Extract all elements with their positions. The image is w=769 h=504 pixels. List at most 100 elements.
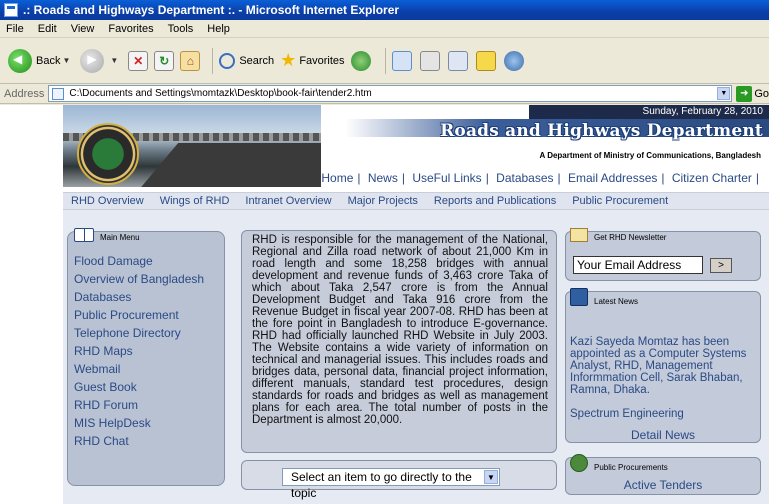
address-url: C:\Documents and Settings\momtazk\Deskto… [69,88,372,99]
favorites-star-icon: ★ [280,50,297,70]
menu-item-flood-damage[interactable]: Flood Damage [74,252,204,270]
top-navigation: Home | News | UseFul Links | Databases | Ema… [321,171,759,185]
back-label: Back [36,54,61,67]
envelope-icon [570,228,588,242]
search-label: Search [239,54,275,67]
menu-edit[interactable]: Edit [38,23,57,35]
mail-icon[interactable] [391,50,412,71]
menu-help[interactable]: Help [207,23,230,35]
back-arrow-icon [8,48,32,73]
main-menu-panel: Main Menu Flood Damage Overview of Bangl… [67,228,225,486]
edit-icon[interactable] [447,50,468,71]
news-item-2[interactable]: Spectrum Engineering [570,408,756,420]
refresh-icon[interactable]: ↻ [154,50,175,71]
nav-email-addresses[interactable]: Email Addresses [568,171,657,185]
forward-arrow-icon [80,48,105,73]
detail-news-link[interactable]: Detail News [566,428,760,442]
address-dropdown-icon[interactable]: ▼ [717,87,731,100]
news-item-1[interactable]: Kazi Sayeda Momtaz has been appointed as… [570,336,756,396]
back-button[interactable]: Back ▼ [8,48,74,73]
toolbar: Back ▼ ▼ ✕ ↻ ⌂ Search ★ Favorites [0,38,769,84]
forward-button[interactable]: ▼ [80,48,122,73]
go-arrow-icon: ➜ [736,85,753,102]
secnav-public-procurement[interactable]: Public Procurement [572,195,668,207]
book-icon [74,228,94,242]
menu-view[interactable]: View [71,23,95,35]
site-title: Roads and Highways Department [440,121,763,141]
favorites-button[interactable]: ★ Favorites [280,50,344,71]
active-tenders-link[interactable]: Active Tenders [566,478,760,492]
site-subtitle: A Department of Ministry of Communicatio… [539,151,761,160]
procurement-panel: Public Procurements Active Tenders [565,454,761,495]
newsletter-submit-button[interactable]: > [710,258,732,273]
menu-item-rhd-chat[interactable]: RHD Chat [74,432,204,450]
nav-news[interactable]: News [368,171,398,185]
back-dropdown-icon[interactable]: ▼ [62,56,70,65]
rhd-seal-logo [77,123,139,185]
print-icon[interactable] [419,50,440,71]
stop-icon[interactable]: ✕ [128,50,149,71]
banner-bridge-photo [63,105,321,187]
main-menu-header: Main Menu [74,228,140,242]
chevron-down-icon[interactable]: ▼ [484,470,498,484]
latest-news-panel: Latest News Kazi Sayeda Momtaz has been … [565,288,761,443]
topic-select[interactable]: Select an item to go directly to the top… [282,468,500,500]
nav-citizen-charter[interactable]: Citizen Charter [672,171,752,185]
secondary-navigation: RHD Overview Wings of RHD Intranet Overv… [63,192,769,210]
news-items: Kazi Sayeda Momtaz has been appointed as… [570,336,756,420]
money-bag-icon [570,454,588,472]
procurement-header: Public Procurements [570,454,668,472]
toolbar-separator [212,47,214,74]
go-button[interactable]: ➜ Go [736,85,769,102]
menu-item-overview-bangladesh[interactable]: Overview of Bangladesh [74,270,204,288]
search-button[interactable]: Search [219,52,275,69]
news-scroller: Kazi Sayeda Momtaz has been appointed as… [566,292,760,422]
address-input[interactable]: C:\Documents and Settings\momtazk\Deskto… [48,85,733,102]
home-icon[interactable]: ⌂ [180,50,201,71]
menu-tools[interactable]: Tools [168,23,194,35]
secnav-rhd-overview[interactable]: RHD Overview [71,195,144,207]
toolbar-separator-2 [384,47,386,74]
topic-select-value: Select an item to go directly to the top… [291,470,472,500]
menu-item-mis-helpdesk[interactable]: MIS HelpDesk [74,414,204,432]
banner-date: Sunday, February 28, 2010 [529,105,769,119]
secnav-intranet-overview[interactable]: Intranet Overview [245,195,331,207]
menu-item-guest-book[interactable]: Guest Book [74,378,204,396]
nav-home[interactable]: Home [321,171,353,185]
discuss-icon[interactable] [475,50,496,71]
newsletter-email-input[interactable]: Your Email Address [573,256,703,274]
web-page: Sunday, February 28, 2010 Roads and High… [63,105,769,504]
main-menu-title: Main Menu [100,233,140,242]
address-bar: Address C:\Documents and Settings\momtaz… [0,84,769,104]
menu-item-rhd-forum[interactable]: RHD Forum [74,396,204,414]
menu-favorites[interactable]: Favorites [108,23,153,35]
page-icon [52,88,65,100]
secnav-wings-of-rhd[interactable]: Wings of RHD [160,195,230,207]
favorites-label: Favorites [299,54,345,67]
menu-file[interactable]: File [6,23,24,35]
topic-select-panel: Select an item to go directly to the top… [241,460,557,500]
ie-page-icon [4,3,18,17]
messenger-icon[interactable] [503,50,524,71]
menu-item-rhd-maps[interactable]: RHD Maps [74,342,204,360]
nav-databases[interactable]: Databases [496,171,553,185]
site-banner: Sunday, February 28, 2010 Roads and High… [63,105,769,192]
history-icon[interactable] [350,50,371,71]
nav-useful-links[interactable]: UseFul Links [412,171,481,185]
menu-item-public-procurement[interactable]: Public Procurement [74,306,204,324]
window-title-bar[interactable]: .: Roads and Highways Department :. - Mi… [0,0,769,20]
menu-item-webmail[interactable]: Webmail [74,360,204,378]
main-menu-list: Flood Damage Overview of Bangladesh Data… [74,252,204,450]
newsletter-panel: Get RHD Newsletter Your Email Address > [565,228,761,281]
intro-paragraph: RHD is responsible for the management of… [252,234,548,426]
forward-dropdown-icon[interactable]: ▼ [110,56,118,65]
secnav-reports-publications[interactable]: Reports and Publications [434,195,556,207]
menu-item-telephone-directory[interactable]: Telephone Directory [74,324,204,342]
search-icon [219,52,236,69]
menu-item-databases[interactable]: Databases [74,288,204,306]
intro-text-panel: RHD is responsible for the management of… [241,230,557,453]
browser-viewport: Sunday, February 28, 2010 Roads and High… [0,105,769,504]
newsletter-header: Get RHD Newsletter [570,228,666,242]
secnav-major-projects[interactable]: Major Projects [348,195,418,207]
menu-bar: File Edit View Favorites Tools Help [0,20,769,38]
